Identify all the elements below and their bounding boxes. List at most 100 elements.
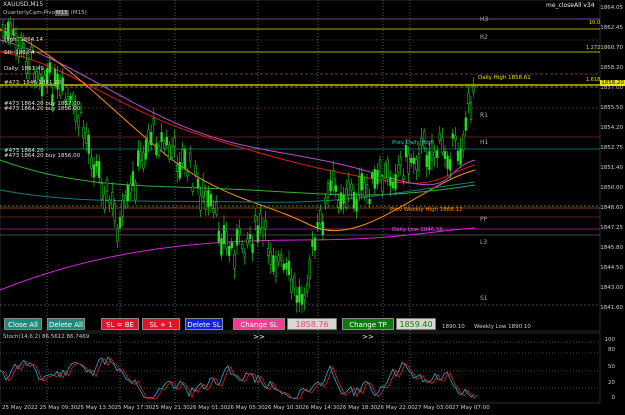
time-tick-label: 26 May 01:30 — [189, 405, 228, 411]
candle-body — [259, 213, 262, 229]
current-price-box: 1858.20 — [600, 80, 625, 86]
candle-body — [100, 183, 103, 200]
candle-body — [384, 163, 387, 179]
stoch-tick-label: 100 — [604, 337, 616, 343]
candle-body — [386, 159, 389, 180]
candle-body — [241, 244, 244, 249]
candle-body — [256, 225, 259, 243]
candle-body — [82, 127, 85, 139]
candle-body — [337, 200, 340, 208]
sl-value-field[interactable]: 1858.76 — [287, 318, 337, 330]
candle-body — [339, 192, 343, 210]
price-tick-label: 1851.40 — [600, 165, 623, 171]
candle-body — [209, 194, 213, 206]
fib-r3-label: 10.0 — [589, 20, 601, 26]
candle-body — [451, 133, 454, 139]
pivot-pp: PP — [480, 216, 488, 223]
candle-body — [464, 117, 467, 131]
change-sl-button[interactable]: Change SL >> — [233, 318, 285, 341]
candle-body — [350, 183, 353, 191]
candle-body — [157, 145, 161, 156]
tp-value-field[interactable]: 1859.40 — [396, 318, 436, 330]
candle-body — [222, 225, 226, 245]
time-tick-label: 25 May 17:30 — [114, 405, 153, 411]
candle-body — [111, 192, 114, 209]
candle-body — [410, 157, 413, 163]
candle-body — [308, 259, 311, 279]
candle-body — [347, 181, 350, 196]
time-tick-label: 27 May 03:00 — [414, 405, 453, 411]
candle-body — [459, 148, 462, 165]
candle-body — [113, 203, 116, 222]
sl-plus-1-button[interactable]: SL + 1 — [142, 318, 180, 330]
stoch-tick-label: 50 — [608, 364, 615, 370]
candle-body — [191, 185, 194, 192]
candle-body — [456, 150, 460, 161]
candle-body — [311, 240, 314, 247]
candle-body — [168, 144, 171, 160]
weekly-low-label: Weekly Low 1890.10 — [474, 324, 531, 330]
change-tp-button[interactable]: Change TP >> — [342, 318, 394, 341]
indicator-title-tag: M15 — [55, 10, 69, 16]
candle-body — [373, 169, 376, 189]
candle-body — [376, 169, 379, 185]
label-order-1: #473: 1846 1851.20 — [4, 80, 62, 86]
candle-body — [98, 161, 101, 178]
candle-body — [163, 142, 166, 149]
candle-body — [225, 231, 228, 249]
stoch-tick-label: 0 — [611, 395, 616, 401]
delete-sl-button[interactable]: Delete SL — [185, 318, 223, 330]
candle-body — [212, 208, 215, 213]
candle-body — [332, 169, 335, 190]
sl-be-button[interactable]: SL = BE — [101, 318, 139, 330]
candle-body — [277, 255, 280, 263]
candle-body — [79, 107, 83, 114]
candle-body — [204, 191, 207, 210]
candle-body — [303, 295, 306, 300]
candle-body — [194, 165, 197, 176]
time-tick-label: 25 May 21:30 — [152, 405, 190, 411]
candle-body — [280, 253, 283, 261]
candle-body — [446, 155, 449, 169]
candle-body — [90, 157, 93, 169]
candle-body — [371, 173, 374, 178]
price-tick-label: 1860.70 — [600, 45, 623, 51]
pivot-r2: R2 — [480, 34, 488, 41]
price-chart[interactable] — [0, 0, 625, 415]
stoch-tick-label: 80 — [608, 347, 615, 353]
candle-body — [4, 31, 7, 37]
candle-body — [282, 263, 285, 270]
candle-body — [358, 176, 361, 195]
candle-body — [321, 221, 324, 236]
candle-body — [381, 178, 384, 192]
candle-body — [186, 171, 189, 177]
time-tick-label: 26 May 22:00 — [377, 405, 415, 411]
candle-body — [85, 132, 88, 144]
time-tick-label: 26 May 10:30 — [264, 405, 303, 411]
candle-body — [233, 254, 236, 269]
candle-body — [228, 246, 231, 257]
main-panel — [0, 0, 601, 332]
candle-body — [462, 134, 465, 151]
candle-body — [428, 151, 431, 170]
time-tick-label: 26 May 05:30 — [227, 405, 265, 411]
daily-low-label: Daily Low 1846.56 — [392, 227, 443, 233]
candle-body — [61, 77, 64, 91]
candle-body — [48, 62, 51, 73]
candle-body — [199, 195, 202, 211]
candle-body — [126, 184, 129, 201]
candle-body — [176, 164, 179, 173]
stoch-panel — [0, 332, 601, 404]
candle-body — [436, 150, 439, 158]
price-tick-label: 1864.05 — [600, 5, 623, 11]
stoch-tick-label: 20 — [608, 380, 615, 386]
candle-body — [220, 238, 223, 256]
close-all-button[interactable]: Close All — [4, 318, 42, 330]
label-sh: SH: 1862.4 — [4, 50, 35, 56]
weekly-low-small: 1890.10 — [442, 324, 465, 330]
price-tick-label: 1845.80 — [600, 245, 623, 251]
candle-body — [300, 293, 304, 305]
candle-body — [394, 174, 397, 190]
candle-body — [397, 164, 400, 173]
delete-all-button[interactable]: Delete All — [47, 318, 85, 330]
